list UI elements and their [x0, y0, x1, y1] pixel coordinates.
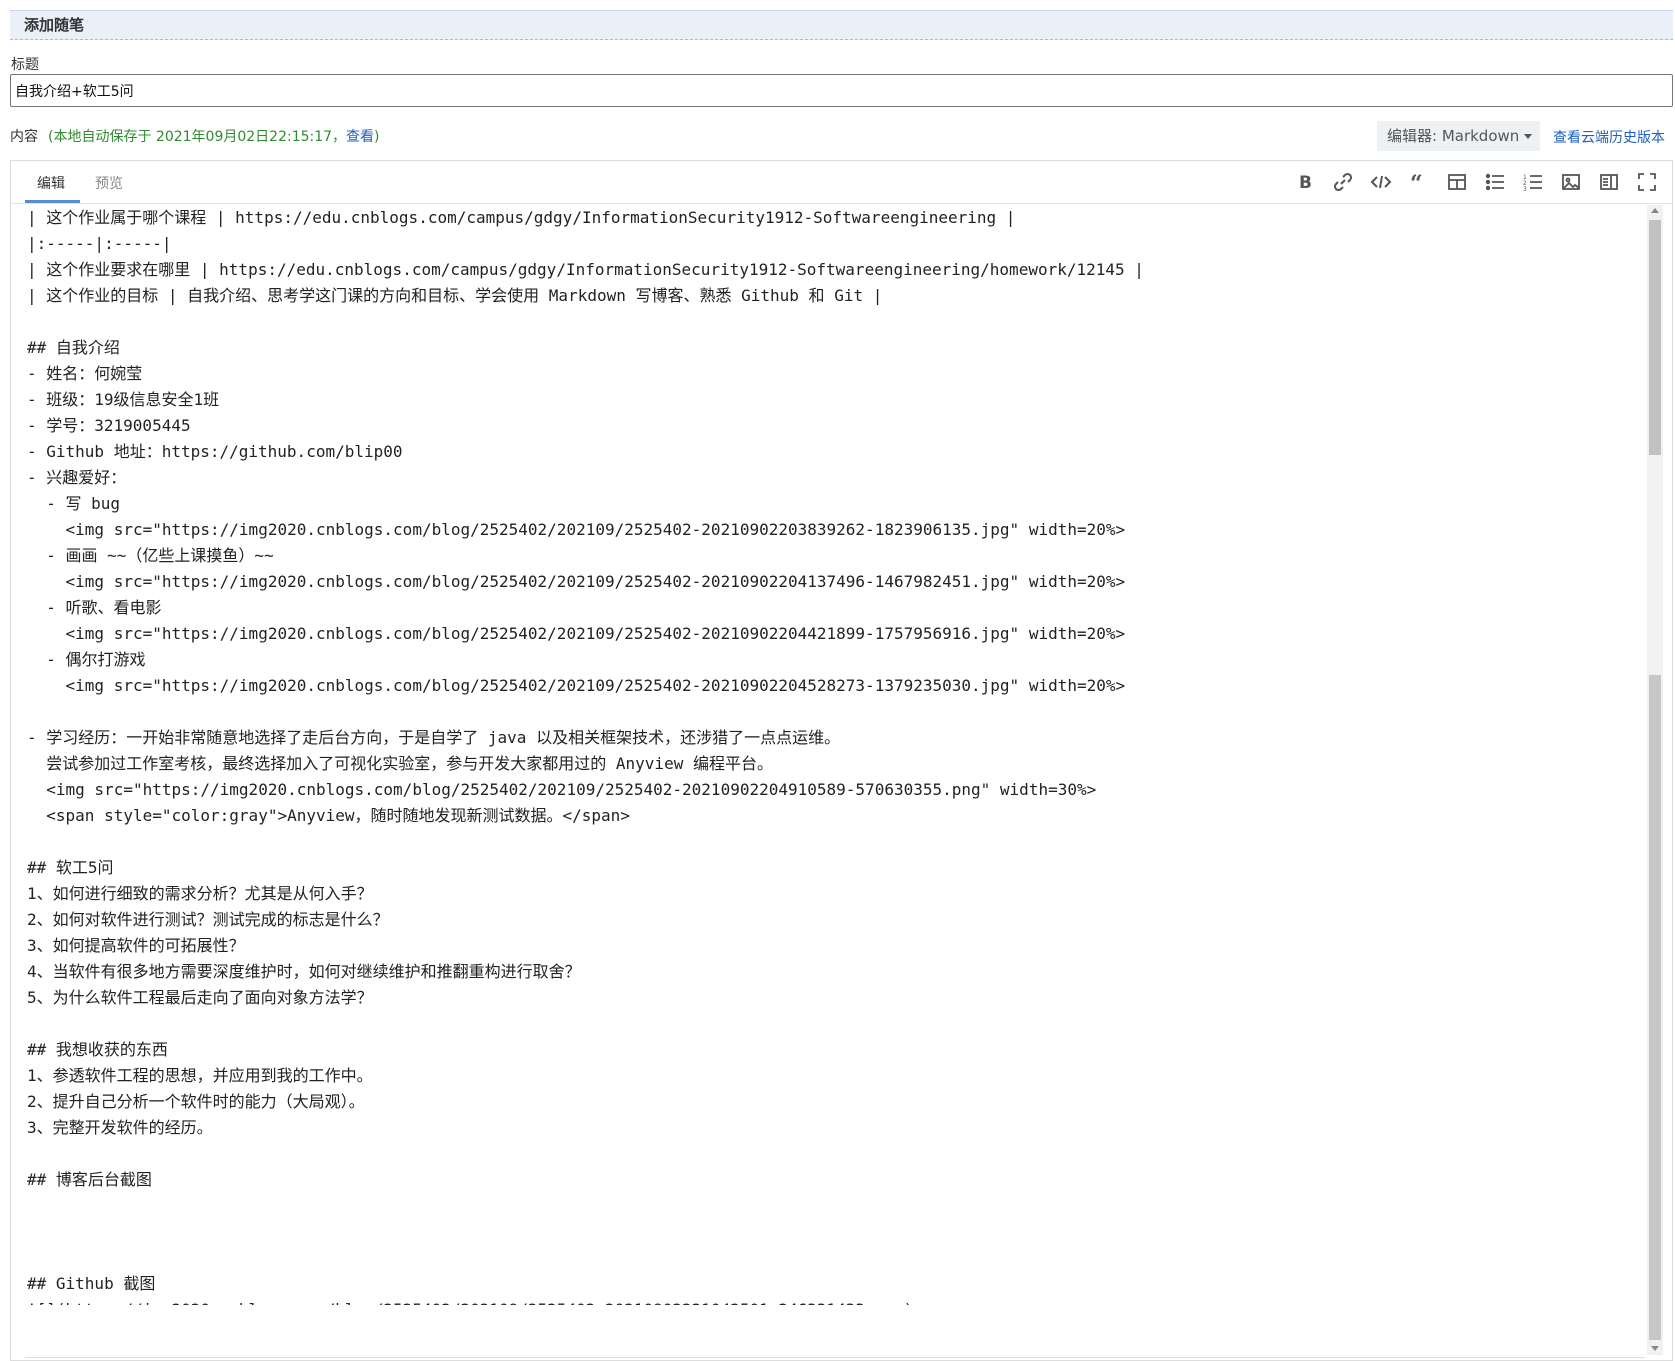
- svg-text:3: 3: [1523, 186, 1527, 193]
- chevron-down-icon: [1524, 134, 1533, 139]
- svg-text:B: B: [1299, 173, 1312, 193]
- tab-edit[interactable]: 编辑: [37, 173, 65, 193]
- scroll-down-icon[interactable]: [1651, 1346, 1659, 1351]
- autosave-text: (本地自动保存于 2021年09月02日22:15:17，: [48, 129, 347, 145]
- editor-bottom-divider: [25, 1357, 1645, 1358]
- link-icon[interactable]: [1332, 171, 1356, 195]
- scrollbar-thumb[interactable]: [1649, 220, 1661, 455]
- autosave-close: ): [374, 129, 380, 145]
- markdown-textarea[interactable]: | 这个作业属于哪个课程 | https://edu.cnblogs.com/c…: [27, 205, 1627, 1305]
- editor-select[interactable]: 编辑器: Markdown: [1377, 121, 1540, 151]
- quote-icon[interactable]: “: [1408, 171, 1432, 195]
- autosave-status: (本地自动保存于 2021年09月02日22:15:17，查看): [48, 129, 380, 145]
- unordered-list-icon[interactable]: [1484, 171, 1508, 195]
- vertical-scrollbar[interactable]: [1647, 205, 1663, 1355]
- fullscreen-icon[interactable]: [1636, 171, 1660, 195]
- section-header: 添加随笔: [10, 10, 1673, 40]
- split-view-icon[interactable]: [1598, 171, 1622, 195]
- cloud-history-link[interactable]: 查看云端历史版本: [1553, 127, 1665, 147]
- content-row: 内容 (本地自动保存于 2021年09月02日22:15:17，查看): [10, 126, 380, 146]
- title-label: 标题: [11, 57, 39, 73]
- code-icon[interactable]: [1370, 171, 1394, 195]
- svg-text:“: “: [1410, 171, 1423, 193]
- editor-tabbar: 编辑 预览 B “ 123: [11, 161, 1672, 204]
- editor-select-label: 编辑器: Markdown: [1387, 127, 1520, 145]
- image-icon[interactable]: [1560, 171, 1584, 195]
- table-icon[interactable]: [1446, 171, 1470, 195]
- ordered-list-icon[interactable]: 123: [1522, 171, 1546, 195]
- editor-toolbar: B “ 123: [1294, 171, 1664, 195]
- autosave-view-link[interactable]: 查看: [346, 129, 374, 145]
- active-tab-indicator: [25, 200, 80, 203]
- title-input[interactable]: [10, 74, 1673, 107]
- bold-icon[interactable]: B: [1294, 171, 1318, 195]
- content-label: 内容: [10, 129, 38, 145]
- markdown-editor: 编辑 预览 B “ 123 | 这个作业属于哪个课程 | https://edu…: [10, 160, 1673, 1361]
- scrollbar-track-lower: [1649, 675, 1661, 1340]
- scroll-up-icon[interactable]: [1651, 208, 1659, 213]
- tab-preview[interactable]: 预览: [95, 173, 123, 193]
